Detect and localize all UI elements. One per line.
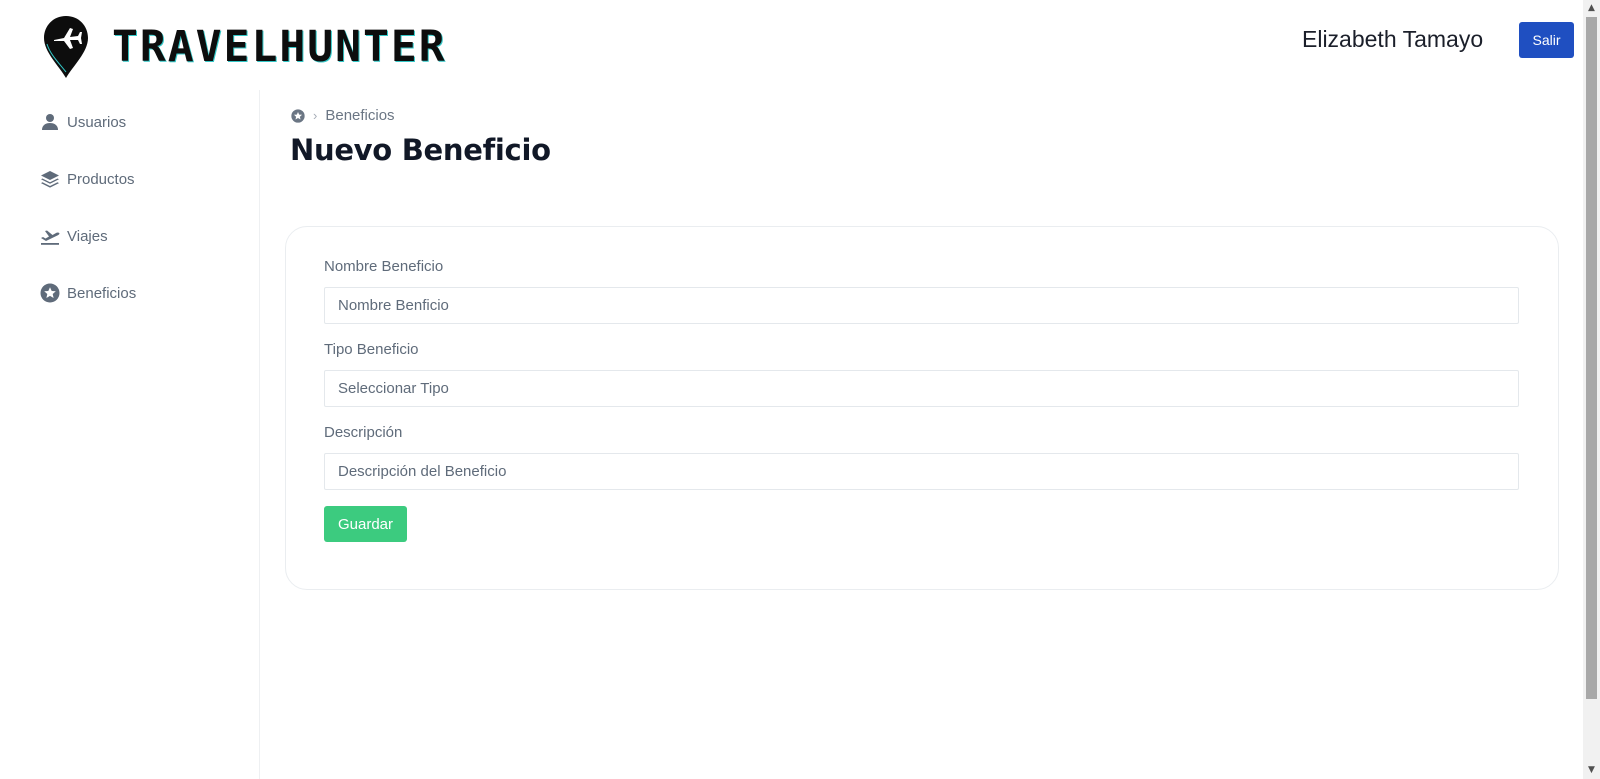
brand-logo[interactable]: TRAVELHUNTER xyxy=(42,14,447,80)
map-pin-plane-icon xyxy=(44,16,88,78)
layers-icon xyxy=(40,169,60,189)
breadcrumb-current: Beneficios xyxy=(325,107,395,124)
sidebar-item-label: Usuarios xyxy=(67,113,127,131)
breadcrumb: › Beneficios xyxy=(291,107,395,124)
user-icon xyxy=(40,112,60,132)
sidebar-item-beneficios[interactable]: Beneficios xyxy=(40,283,136,303)
benefit-type-input[interactable] xyxy=(324,370,1519,407)
logout-button[interactable]: Salir xyxy=(1519,22,1574,58)
sidebar: Usuarios Productos Viajes Beneficios xyxy=(0,90,260,779)
brand-name: TRAVELHUNTER xyxy=(112,21,447,72)
star-circle-icon[interactable] xyxy=(291,108,305,123)
sidebar-item-label: Productos xyxy=(67,170,135,188)
page-title: Nuevo Beneficio xyxy=(290,133,551,167)
sidebar-item-viajes[interactable]: Viajes xyxy=(40,226,108,246)
save-button[interactable]: Guardar xyxy=(324,506,407,542)
benefit-name-input[interactable] xyxy=(324,287,1519,324)
user-name: Elizabeth Tamayo xyxy=(1302,26,1484,52)
sidebar-item-label: Beneficios xyxy=(67,284,137,302)
sidebar-item-label: Viajes xyxy=(67,227,108,245)
page-scrollbar[interactable]: ▲ ▼ xyxy=(1583,0,1600,779)
description-label: Descripción xyxy=(324,424,403,441)
sidebar-item-usuarios[interactable]: Usuarios xyxy=(40,112,126,132)
star-circle-icon xyxy=(40,283,60,303)
scrollbar-thumb[interactable] xyxy=(1586,17,1597,699)
scroll-down-arrow-icon[interactable]: ▼ xyxy=(1583,762,1600,779)
scroll-up-arrow-icon[interactable]: ▲ xyxy=(1583,0,1600,17)
sidebar-item-productos[interactable]: Productos xyxy=(40,169,135,189)
benefit-form-card: Nombre Beneficio Tipo Beneficio Descripc… xyxy=(285,226,1559,590)
plane-departure-icon xyxy=(40,226,60,246)
type-label: Tipo Beneficio xyxy=(324,341,419,358)
benefit-description-input[interactable] xyxy=(324,453,1519,490)
name-label: Nombre Beneficio xyxy=(324,258,444,275)
chevron-right-icon: › xyxy=(313,108,318,123)
